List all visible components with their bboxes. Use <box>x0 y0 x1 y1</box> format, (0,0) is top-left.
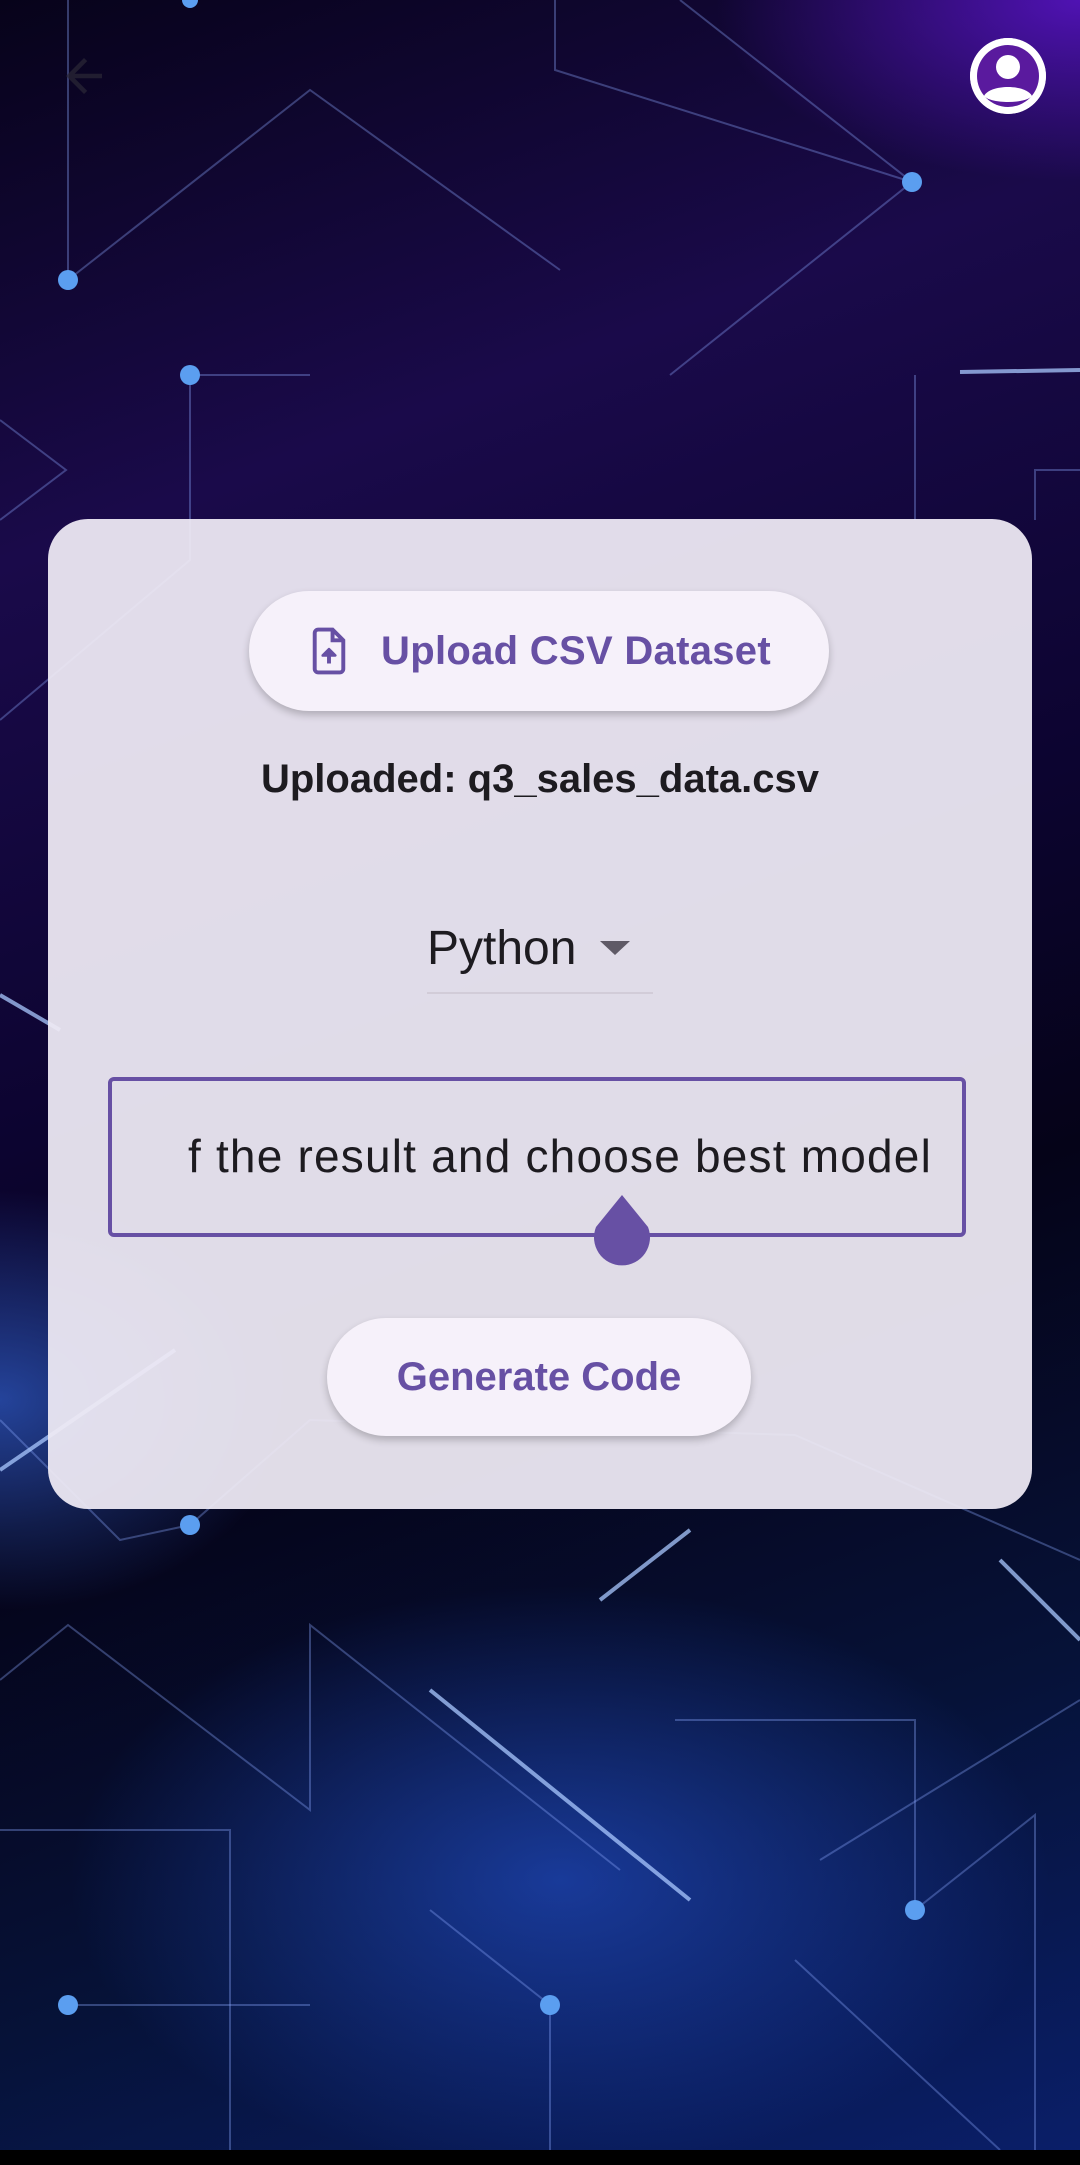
prompt-input[interactable]: f the result and choose best model <box>108 1077 966 1266</box>
prompt-input-value: f the result and choose best model <box>142 1129 932 1183</box>
app-screen: Upload CSV Dataset Uploaded: q3_sales_da… <box>0 0 1080 2165</box>
upload-csv-label: Upload CSV Dataset <box>381 628 771 673</box>
upload-status-text: Uploaded: q3_sales_data.csv <box>260 757 820 801</box>
language-dropdown[interactable]: Python <box>427 904 653 994</box>
prompt-input-text: f the result and choose best model <box>187 1130 932 1182</box>
code-generator-card: Upload CSV Dataset Uploaded: q3_sales_da… <box>48 519 1032 1509</box>
language-selected-value: Python <box>427 921 577 975</box>
system-navigation-bar <box>0 2150 1080 2165</box>
back-button[interactable] <box>52 44 116 108</box>
text-cursor-handle[interactable] <box>590 1193 654 1273</box>
generate-code-button[interactable]: Generate Code <box>327 1318 751 1436</box>
arrow-back-icon <box>66 58 102 94</box>
profile-button[interactable] <box>970 38 1046 114</box>
file-upload-icon <box>312 627 346 675</box>
dropdown-arrow-icon <box>600 941 631 955</box>
account-circle-icon <box>970 38 1046 114</box>
upload-csv-button[interactable]: Upload CSV Dataset <box>249 591 829 711</box>
generate-code-label: Generate Code <box>396 1354 682 1399</box>
